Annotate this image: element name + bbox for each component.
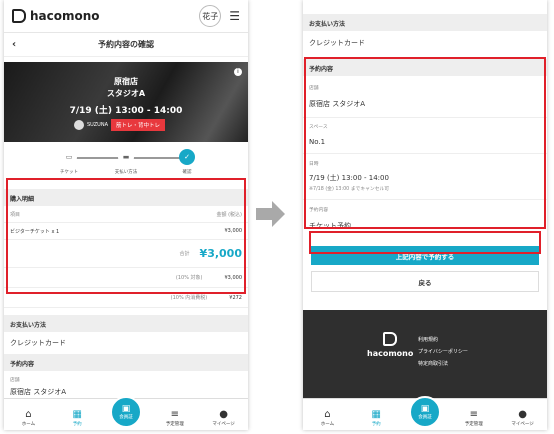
calendar-icon: ▦ — [72, 409, 82, 420]
check-icon: ✓ — [179, 149, 195, 165]
highlight-box-button — [309, 231, 541, 254]
commerce-law-link[interactable]: 特定商取引法 — [418, 358, 468, 370]
instructor: SUZUNA 筋トレ・背中トレ — [74, 119, 166, 131]
right-screen: お支払い方法 クレジットカード 予約内容 店舗 原宿店 スタジオA スペース N… — [303, 0, 547, 430]
nav-label: 予定管理 — [464, 422, 483, 427]
nav-home[interactable]: ⌂ ホーム — [10, 409, 46, 427]
brand-logo[interactable]: hacomono — [12, 9, 100, 23]
back-button[interactable]: 戻る — [311, 271, 539, 292]
nav-label: ホーム — [320, 422, 335, 427]
hero-studio: スタジオA — [106, 89, 146, 98]
nav-mypage[interactable]: ● マイページ — [206, 409, 242, 427]
user-icon: ● — [518, 409, 527, 420]
nav-label: 会員証 — [119, 415, 133, 420]
page-titlebar: ‹ 予約内容の確認 — [4, 33, 248, 57]
menu-icon[interactable]: ☰ — [229, 9, 240, 23]
bottom-nav: ⌂ ホーム ▦ 予約 ▣ 会員証 ≡ 予定管理 ● マイページ — [303, 396, 547, 430]
lesson-hero: i 原宿店 スタジオA 7/19 (土) 13:00 - 14:00 SUZUN… — [4, 62, 248, 142]
page-title: 予約内容の確認 — [98, 40, 154, 49]
logo-mark-icon — [12, 9, 26, 23]
privacy-link[interactable]: プライバシーポリシー — [418, 346, 468, 358]
logo-mark-icon — [383, 332, 398, 346]
step-label: 確認 — [182, 170, 192, 175]
step-confirm: ✓ 確認 — [167, 149, 207, 175]
qr-icon: ▣ — [420, 404, 430, 414]
nav-mypage[interactable]: ● マイページ — [505, 409, 541, 427]
calendar-icon: ▦ — [371, 409, 381, 420]
nav-label: 予約 — [371, 422, 381, 427]
instructor-name: SUZUNA — [87, 122, 108, 128]
list-icon: ≡ — [170, 409, 179, 420]
payment-heading: お支払い方法 — [4, 315, 248, 332]
tax-amount: ¥272 — [229, 294, 242, 301]
user-icon: ● — [219, 409, 228, 420]
step-label: チケット — [60, 170, 78, 175]
list-icon: ≡ — [469, 409, 478, 420]
back-chevron-icon[interactable]: ‹ — [12, 39, 16, 50]
hero-datetime: 7/19 (土) 13:00 - 14:00 — [69, 106, 183, 116]
nav-label: 会員証 — [418, 415, 432, 420]
tax-label: (10% 内消費税) — [170, 295, 208, 301]
nav-schedule[interactable]: ≡ 予定管理 — [456, 409, 492, 427]
app-header: hacomono 花子 ☰ — [4, 0, 248, 33]
brand-name: hacomono — [30, 9, 100, 23]
home-icon: ⌂ — [324, 409, 331, 420]
bottom-nav: ⌂ ホーム ▦ 予約 ▣ 会員証 ≡ 予定管理 ● マイページ — [4, 396, 248, 430]
nav-label: ホーム — [21, 422, 36, 427]
step-payment: ▬ 支払い方法 — [106, 149, 146, 175]
terms-link[interactable]: 利用規約 — [418, 334, 468, 346]
instructor-avatar — [74, 120, 84, 130]
highlight-box-details — [304, 57, 546, 229]
nav-reserve[interactable]: ▦ 予約 — [59, 409, 95, 427]
home-icon: ⌂ — [25, 409, 32, 420]
step-label: 支払い方法 — [114, 170, 138, 175]
card-icon: ▬ — [118, 149, 134, 165]
hero-store: 原宿店 — [114, 77, 138, 86]
nav-label: マイページ — [212, 422, 235, 427]
member-card-button[interactable]: ▣ 会員証 — [408, 396, 441, 428]
nav-home[interactable]: ⌂ ホーム — [309, 409, 345, 427]
avatar[interactable]: 花子 — [199, 5, 222, 27]
payment-value: クレジットカード — [10, 339, 66, 347]
member-card-button[interactable]: ▣ 会員証 — [109, 396, 142, 428]
footer-brand: hacomono — [367, 349, 414, 358]
step-ticket: ▭ チケット — [49, 149, 89, 175]
lesson-tag: 筋トレ・背中トレ — [111, 119, 166, 131]
nav-label: 予約 — [72, 422, 82, 427]
ticket-icon: ▭ — [61, 149, 77, 165]
qr-icon: ▣ — [121, 404, 131, 414]
nav-label: マイページ — [511, 422, 534, 427]
info-icon[interactable]: i — [234, 68, 242, 76]
nav-reserve[interactable]: ▦ 予約 — [358, 409, 394, 427]
footer-links: 利用規約 プライバシーポリシー 特定商取引法 — [418, 334, 468, 370]
footer: hacomono 利用規約 プライバシーポリシー 特定商取引法 — [303, 310, 547, 400]
payment-heading: お支払い方法 — [303, 14, 547, 31]
highlight-box — [6, 178, 246, 294]
left-screen: hacomono 花子 ☰ ‹ 予約内容の確認 i 原宿店 スタジオA 7/19… — [4, 0, 248, 430]
store-label: 店舗 — [10, 378, 20, 383]
nav-schedule[interactable]: ≡ 予定管理 — [157, 409, 193, 427]
nav-label: 予定管理 — [165, 422, 184, 427]
payment-value: クレジットカード — [309, 39, 365, 47]
booking-heading: 予約内容 — [4, 354, 248, 371]
footer-logo: hacomono — [367, 332, 413, 358]
